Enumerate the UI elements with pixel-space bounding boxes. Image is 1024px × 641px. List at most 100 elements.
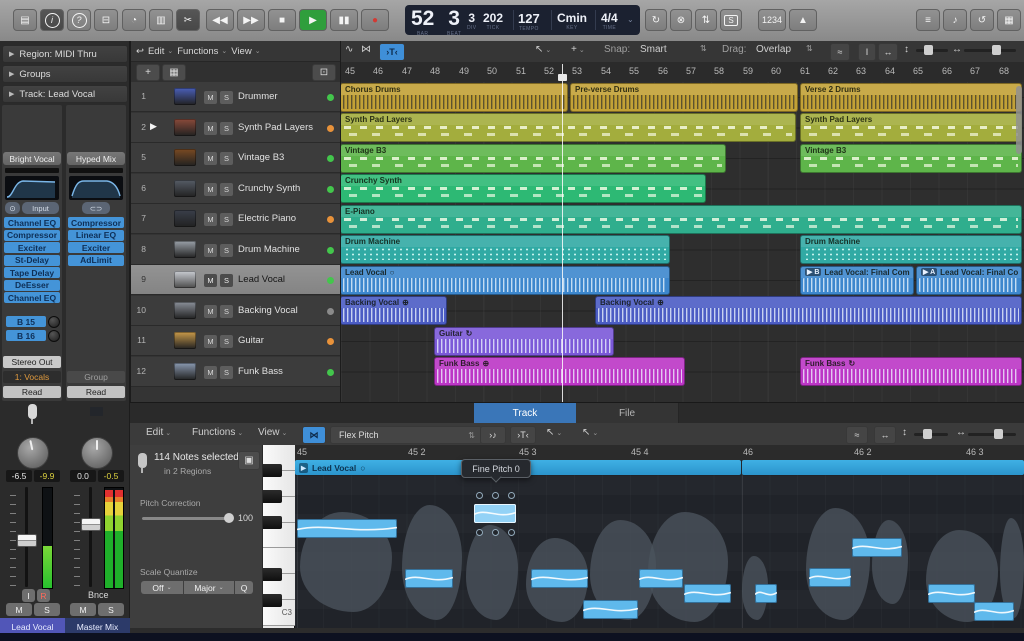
- note-edit-hotspot[interactable]: [508, 492, 515, 499]
- flex-button[interactable]: ⋈: [302, 426, 326, 444]
- pan-knob[interactable]: [81, 437, 113, 469]
- arrange-area[interactable]: Chorus DrumsPre-verse DrumsVerse 2 Drums…: [341, 82, 1024, 402]
- plugin-slot[interactable]: DeEsser: [4, 280, 60, 291]
- solo-button[interactable]: S: [220, 183, 233, 196]
- horizontal-zoom-slider[interactable]: [968, 433, 1016, 436]
- flex-pitch-note[interactable]: [583, 600, 638, 619]
- browsers-button[interactable]: ▦: [997, 9, 1021, 31]
- tab-track[interactable]: Track: [474, 403, 577, 424]
- flex-pitch-note[interactable]: [755, 584, 777, 603]
- scale-quantize-root-dropdown[interactable]: Off⌄: [141, 581, 183, 594]
- mute-button[interactable]: M: [204, 152, 217, 165]
- flex-pitch-note[interactable]: [684, 584, 731, 603]
- catch-playhead-button[interactable]: ›T‹: [510, 426, 536, 444]
- plugin-slot[interactable]: Compressor: [68, 217, 124, 228]
- tab-file[interactable]: File: [576, 403, 679, 424]
- plugin-slot[interactable]: St-Delay: [4, 255, 60, 266]
- back-icon[interactable]: ↩: [136, 46, 144, 57]
- stop-button[interactable]: ■: [268, 9, 296, 31]
- flex-pitch-note[interactable]: [531, 569, 588, 588]
- fader-cap[interactable]: [81, 518, 101, 531]
- crosshair-tool[interactable]: +⌄: [571, 44, 585, 55]
- forward-button[interactable]: ▶▶: [237, 9, 265, 31]
- region-vintage-b3[interactable]: Vintage B3: [340, 144, 726, 173]
- mute-button[interactable]: M: [204, 244, 217, 257]
- solo-button[interactable]: S: [220, 122, 233, 135]
- plugin-slot[interactable]: Compressor: [4, 230, 60, 241]
- note-pads-button[interactable]: ♪: [943, 9, 967, 31]
- input-button[interactable]: Input: [22, 202, 59, 214]
- group-slot[interactable]: Group: [67, 371, 125, 383]
- channel-strip-setting-button[interactable]: Hyped Mix: [67, 152, 125, 165]
- note-edit-hotspot[interactable]: [476, 492, 483, 499]
- solo-button[interactable]: S: [220, 305, 233, 318]
- peak-display[interactable]: -0.5: [98, 470, 124, 482]
- playhead[interactable]: [562, 64, 563, 402]
- fader-track[interactable]: [89, 487, 92, 587]
- note-edit-hotspot[interactable]: [492, 529, 499, 536]
- track-header-drum-machine[interactable]: 8MSDrum Machine: [130, 235, 341, 265]
- flex-pitch-note[interactable]: [639, 569, 683, 588]
- count-in-button[interactable]: ⇅: [695, 9, 717, 31]
- pointer-tool[interactable]: ↖⌄: [546, 427, 562, 438]
- solo-button[interactable]: S: [220, 152, 233, 165]
- apple-loops-button[interactable]: ↺: [970, 9, 994, 31]
- eq-thumbnail[interactable]: [5, 176, 59, 200]
- region-synth-pad-layers[interactable]: Synth Pad Layers: [340, 113, 796, 142]
- mute-button[interactable]: M: [70, 603, 96, 616]
- inspector-button[interactable]: i: [40, 9, 64, 31]
- solo-button[interactable]: S: [720, 9, 742, 31]
- mixer-button[interactable]: ▥: [149, 9, 173, 31]
- plugin-slot[interactable]: Exciter: [4, 242, 60, 253]
- zoom-ibeam-button[interactable]: I: [858, 43, 876, 61]
- track-inspector-header[interactable]: ▶ Track: Lead Vocal: [2, 85, 128, 103]
- piano-black-key[interactable]: [263, 464, 282, 477]
- flex-pitch-note[interactable]: [405, 569, 453, 588]
- track-header-backing-vocal[interactable]: 10MSBacking Vocal: [130, 296, 341, 326]
- send-level-knob[interactable]: [48, 316, 60, 328]
- piano-keyboard[interactable]: C3: [263, 445, 295, 628]
- solo-button[interactable]: S: [98, 603, 124, 616]
- cycle-button[interactable]: ↻: [645, 9, 667, 31]
- region-e-piano[interactable]: E-Piano: [340, 205, 1022, 234]
- editor-region-header[interactable]: [742, 460, 1024, 475]
- mute-button[interactable]: M: [204, 122, 217, 135]
- lcd-display[interactable]: 52BAR 3BEAT 3DIV 202TICK 127TEMPO CminKE…: [405, 5, 640, 35]
- record-button[interactable]: ●: [361, 9, 389, 31]
- autopunch-button[interactable]: ⊗: [670, 9, 692, 31]
- quick-help-button[interactable]: ?: [67, 9, 91, 31]
- display-mode-button[interactable]: ▣: [238, 451, 260, 470]
- view-menu[interactable]: View⌄: [258, 427, 287, 438]
- track-header-drummer[interactable]: 1MSDrummer: [130, 82, 341, 112]
- input-format-button[interactable]: ⊙: [5, 202, 20, 214]
- add-track-button[interactable]: +: [136, 64, 160, 81]
- mute-button[interactable]: M: [204, 91, 217, 104]
- solo-button[interactable]: S: [220, 213, 233, 226]
- flex-pitch-note[interactable]: [809, 568, 851, 587]
- region-chorus-drums[interactable]: Chorus Drums: [340, 83, 568, 112]
- volume-display[interactable]: -6.5: [6, 470, 32, 482]
- catch-playhead-button[interactable]: ›T‹: [379, 43, 405, 61]
- peak-display[interactable]: -9.9: [34, 470, 60, 482]
- region-pre-verse-drums[interactable]: Pre-verse Drums: [570, 83, 798, 112]
- zoom-fit-button[interactable]: ↔: [878, 43, 898, 61]
- solo-button[interactable]: S: [220, 91, 233, 104]
- mute-button[interactable]: M: [204, 366, 217, 379]
- horizontal-zoom-slider[interactable]: [964, 49, 1016, 52]
- region-lead-vocal[interactable]: Lead Vocal○: [340, 266, 670, 295]
- region-guitar[interactable]: Guitar↻: [434, 327, 614, 356]
- view-menu[interactable]: View⌄: [231, 46, 260, 57]
- flex-pitch-note[interactable]: [852, 538, 902, 557]
- editor-bar-ruler[interactable]: 4545 245 345 44646 246 3: [295, 445, 1024, 461]
- region-funk-bass[interactable]: Funk Bass↻: [800, 357, 1022, 386]
- drag-value[interactable]: Overlap: [756, 44, 791, 55]
- lcd-chevron-icon[interactable]: ⌄: [627, 15, 634, 24]
- send-slot[interactable]: B 16: [6, 330, 46, 341]
- functions-menu[interactable]: Functions⌄: [192, 427, 243, 438]
- note-edit-hotspot[interactable]: [508, 529, 515, 536]
- playhead-marker[interactable]: [558, 74, 567, 81]
- track-header-vintage-b3[interactable]: 5MSVintage B3: [130, 143, 341, 173]
- edit-menu[interactable]: Edit⌄: [148, 46, 173, 57]
- automation-mode-button[interactable]: Read: [3, 386, 61, 398]
- output-slot[interactable]: Stereo Out: [3, 356, 61, 368]
